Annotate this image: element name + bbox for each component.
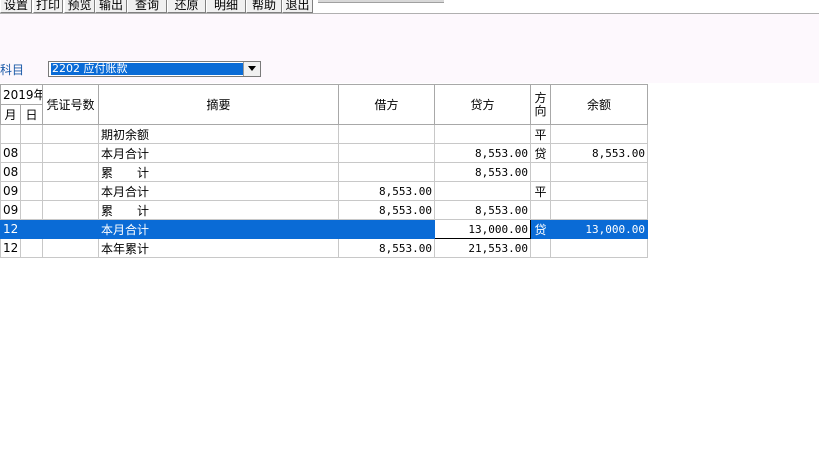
summary-cell[interactable]: 期初余额 — [98, 124, 340, 144]
debit-cell[interactable]: 8,553.00 — [338, 181, 436, 201]
summary-cell[interactable]: 本月合计 — [98, 181, 340, 201]
summary-cell[interactable]: 本月合计 — [98, 143, 340, 163]
credit-cell[interactable]: 8,553.00 — [434, 200, 532, 220]
credit-cell[interactable]: 13,000.00 — [434, 219, 532, 239]
help-button[interactable]: 帮助 — [246, 0, 282, 13]
toolbar: 设置 打印 预览 输出 查询 还原 明细 帮助 退出 — [0, 0, 819, 14]
summary-header: 摘要 — [98, 84, 340, 125]
balance-cell[interactable]: 8,553.00 — [550, 143, 649, 163]
debit-header: 借方 — [338, 84, 436, 125]
table-row[interactable]: 期初余额 平 — [0, 124, 649, 144]
balance-cell[interactable] — [550, 124, 649, 144]
voucher-cell[interactable] — [42, 162, 100, 182]
subject-selected-value: 2202 应付账款 — [51, 63, 244, 75]
subject-dropdown[interactable]: 2202 应付账款 — [48, 61, 261, 77]
table-row[interactable]: 09 累 计 8,553.00 8,553.00 — [0, 200, 649, 220]
credit-header: 贷方 — [434, 84, 532, 125]
day-cell[interactable] — [19, 143, 44, 163]
day-cell[interactable] — [19, 200, 44, 220]
direction-cell[interactable]: 平 — [530, 181, 552, 201]
detail-button[interactable]: 明细 — [206, 0, 246, 13]
month-cell[interactable]: 09 — [0, 181, 21, 201]
month-cell[interactable]: 09 — [0, 200, 21, 220]
direction-cell[interactable]: 贷 — [530, 143, 552, 163]
table-row[interactable]: 08 本月合计 8,553.00 贷 8,553.00 — [0, 143, 649, 163]
settings-button[interactable]: 设置 — [0, 0, 32, 13]
debit-cell[interactable]: 8,553.00 — [338, 238, 436, 258]
balance-cell[interactable] — [550, 238, 649, 258]
query-button[interactable]: 查询 — [127, 0, 167, 13]
credit-cell[interactable] — [434, 181, 532, 201]
day-cell[interactable] — [19, 181, 44, 201]
summary-cell[interactable]: 本月合计 — [98, 219, 340, 239]
debit-cell[interactable] — [338, 124, 436, 144]
day-cell[interactable] — [19, 238, 44, 258]
direction-cell[interactable]: 贷 — [530, 219, 552, 239]
month-header: 月 — [0, 104, 21, 125]
direction-cell[interactable] — [530, 238, 552, 258]
day-header: 日 — [19, 104, 44, 125]
restore-button[interactable]: 还原 — [167, 0, 206, 13]
direction-cell[interactable] — [530, 162, 552, 182]
voucher-cell[interactable] — [42, 181, 100, 201]
credit-cell[interactable]: 8,553.00 — [434, 162, 532, 182]
balance-cell[interactable] — [550, 181, 649, 201]
table-row[interactable]: 08 累 计 8,553.00 — [0, 162, 649, 182]
credit-cell[interactable]: 21,553.00 — [434, 238, 532, 258]
direction-header: 方向 — [530, 84, 552, 125]
preview-button[interactable]: 预览 — [64, 0, 95, 13]
balance-cell[interactable] — [550, 200, 649, 220]
month-cell[interactable] — [0, 124, 21, 144]
table-row[interactable]: 09 本月合计 8,553.00 平 — [0, 181, 649, 201]
balance-header: 余额 — [550, 84, 649, 125]
summary-cell[interactable]: 累 计 — [98, 200, 340, 220]
balance-cell[interactable] — [550, 162, 649, 182]
ledger-table: 2019年 凭证号数 摘要 借方 贷方 方向 余额 月 日 期初余额平 08 本月合… — [0, 84, 649, 258]
direction-cell[interactable]: 平 — [530, 124, 552, 144]
table-row[interactable]: 12 本月合计 13,000.00 贷 13,000.00 — [0, 219, 649, 239]
balance-cell[interactable]: 13,000.00 — [550, 219, 649, 239]
table-row[interactable]: 12 本年累计 8,553.00 21,553.00 — [0, 238, 649, 258]
credit-cell[interactable]: 8,553.00 — [434, 143, 532, 163]
day-cell[interactable] — [19, 162, 44, 182]
month-cell[interactable]: 12 — [0, 219, 21, 239]
day-cell[interactable] — [19, 219, 44, 239]
toolbar-field[interactable] — [318, 0, 444, 3]
exit-button[interactable]: 退出 — [282, 0, 313, 13]
voucher-cell[interactable] — [42, 143, 100, 163]
debit-cell[interactable] — [338, 219, 436, 239]
voucher-cell[interactable] — [42, 238, 100, 258]
direction-cell[interactable] — [530, 200, 552, 220]
month-cell[interactable]: 08 — [0, 162, 21, 182]
print-button[interactable]: 打印 — [33, 0, 63, 13]
debit-cell[interactable] — [338, 162, 436, 182]
export-button[interactable]: 输出 — [95, 0, 127, 13]
chevron-down-icon[interactable] — [243, 62, 260, 76]
voucher-cell[interactable] — [42, 124, 100, 144]
year-header: 2019年 — [0, 84, 44, 105]
summary-cell[interactable]: 累 计 — [98, 162, 340, 182]
day-cell[interactable] — [19, 124, 44, 144]
month-cell[interactable]: 08 — [0, 143, 21, 163]
voucher-cell[interactable] — [42, 200, 100, 220]
voucher-no-header: 凭证号数 — [42, 84, 100, 125]
month-cell[interactable]: 12 — [0, 238, 21, 258]
credit-cell[interactable] — [434, 124, 532, 144]
voucher-cell[interactable] — [42, 219, 100, 239]
summary-cell[interactable]: 本年累计 — [98, 238, 340, 258]
debit-cell[interactable] — [338, 143, 436, 163]
subject-label: 科目 — [0, 63, 25, 77]
debit-cell[interactable]: 8,553.00 — [338, 200, 436, 220]
